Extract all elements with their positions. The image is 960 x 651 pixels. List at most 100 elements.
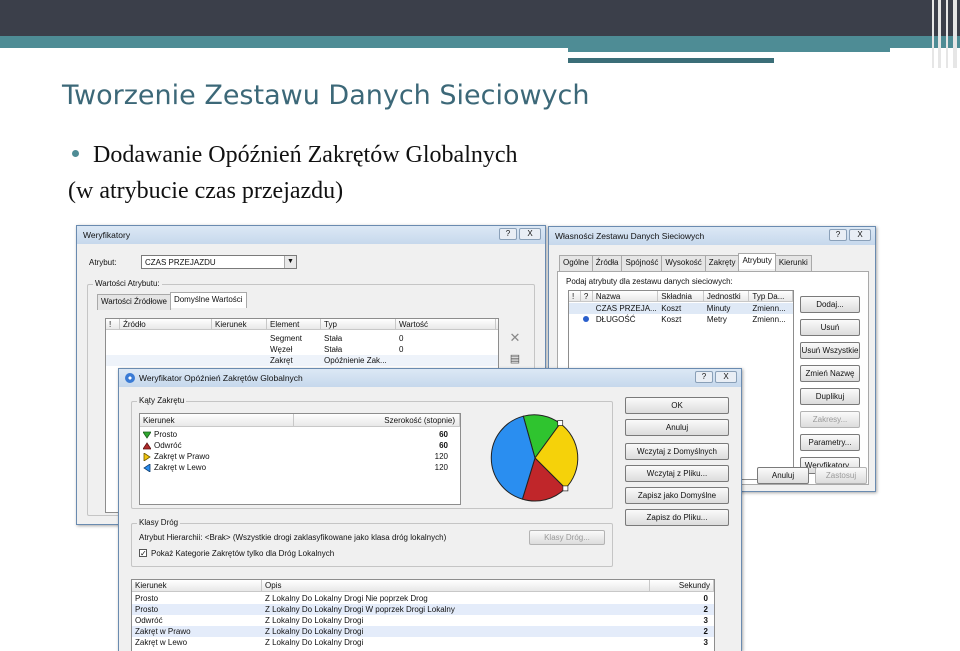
col-header-kierunek[interactable]: Kierunek <box>140 414 294 426</box>
col-header-nazwa[interactable]: Nazwa <box>593 291 659 301</box>
table-row[interactable]: Segment Stała 0 <box>106 333 498 344</box>
row-sekundy: 3 <box>703 638 708 647</box>
close-button[interactable]: X <box>849 229 871 241</box>
table-row[interactable]: DŁUGOŚĆ Koszt Metry Zmienn... <box>569 314 793 325</box>
klasy-drog-label: Klasy Dróg <box>137 518 181 527</box>
table-row[interactable]: CZAS PRZEJA... Koszt Minuty Zmienn... <box>569 303 793 314</box>
col-header-jednostki[interactable]: Jednostki <box>704 291 750 301</box>
col-header-element[interactable]: Element <box>267 319 321 329</box>
klasy-drog-button[interactable]: Klasy Dróg... <box>529 530 605 545</box>
angle-handle[interactable] <box>557 420 564 426</box>
table-row[interactable]: Zakręt w Prawo Z Lokalny Do Lokalny Drog… <box>132 626 714 637</box>
ok-button[interactable]: OK <box>625 397 729 414</box>
row-wartosc: 0 <box>399 334 404 343</box>
help-button[interactable]: ? <box>695 371 713 383</box>
table-row[interactable]: Odwróć Z Lokalny Do Lokalny Drogi 3 <box>132 615 714 626</box>
weryfikatory-titlebar: Weryfikatory <box>77 226 545 244</box>
wartosci-atrybutu-label: Wartości Atrybutu: <box>93 279 162 288</box>
atrybut-label: Atrybut: <box>89 258 117 267</box>
zakresy-button[interactable]: Zakresy... <box>800 411 860 428</box>
kierunek-name: Zakręt w Lewo <box>154 463 207 472</box>
turn-angles-diagram[interactable] <box>487 413 583 503</box>
col-header-typ[interactable]: Typ <box>321 319 396 329</box>
up-triangle-icon <box>143 442 151 450</box>
duplikuj-button[interactable]: Duplikuj <box>800 388 860 405</box>
parametry-button[interactable]: Parametry... <box>800 434 860 451</box>
col-header-wartosc[interactable]: Wartość <box>396 319 496 329</box>
help-button[interactable]: ? <box>829 229 847 241</box>
row-skladnia: Koszt <box>661 304 682 313</box>
table-row[interactable]: Węzeł Stała 0 <box>106 344 498 355</box>
col-header-skladnia[interactable]: Składnia <box>658 291 704 301</box>
zapisz-jako-domyslne-button[interactable]: Zapisz jako Domyślne <box>625 487 729 504</box>
col-header-typ-danych[interactable]: Typ Da... <box>749 291 793 301</box>
atrybut-select[interactable]: CZAS PRZEJAZDU ▼ <box>141 255 297 269</box>
zastosuj-button[interactable]: Zastosuj <box>815 467 867 484</box>
katy-list[interactable]: Kierunek Szerokość (stopnie) Prosto 60 O… <box>139 413 461 505</box>
tab-atrybuty[interactable]: Atrybuty <box>738 253 776 269</box>
tab-wartosci-zrodlowe[interactable]: Wartości Źródłowe <box>97 294 171 310</box>
tab-spojnosc[interactable]: Spójność <box>621 255 663 271</box>
katy-zakretu-label: Kąty Zakrętu <box>137 396 187 405</box>
wczytaj-z-domyslnych-button[interactable]: Wczytaj z Domyślnych <box>625 443 729 460</box>
col-header-kierunek[interactable]: Kierunek <box>212 319 267 329</box>
chevron-down-icon[interactable]: ▼ <box>284 256 296 268</box>
down-triangle-icon <box>143 431 151 439</box>
close-button[interactable]: X <box>715 371 737 383</box>
kierunek-name: Prosto <box>154 430 178 439</box>
list-item[interactable]: Prosto 60 <box>140 429 460 440</box>
zmien-nazwe-button[interactable]: Zmień Nazwę <box>800 365 860 382</box>
row-jednostki: Metry <box>706 315 727 324</box>
slide-bullet: Dodawanie Opóźnień Zakrętów Globalnych <box>72 142 518 169</box>
zapisz-do-pliku-button[interactable]: Zapisz do Pliku... <box>625 509 729 526</box>
col-header-zrodlo[interactable]: Źródło <box>120 319 212 329</box>
col-header-sekundy[interactable]: Sekundy <box>650 580 714 591</box>
properties-icon[interactable]: ▤ <box>507 352 523 368</box>
bullet-dot-icon <box>72 149 79 157</box>
table-row[interactable]: Prosto Z Lokalny Do Lokalny Drogi W popr… <box>132 604 714 615</box>
table-row[interactable]: Prosto Z Lokalny Do Lokalny Drogi Nie po… <box>132 593 714 604</box>
opoznienia-table[interactable]: Kierunek Opis Sekundy Prosto Z Lokalny D… <box>131 579 715 651</box>
angle-handle[interactable] <box>562 485 569 492</box>
col-header-szerokosc[interactable]: Szerokość (stopnie) <box>294 414 460 426</box>
opoznien-titlebar: Weryfikator Opóźnień Zakrętów Globalnych <box>119 369 741 387</box>
list-item[interactable]: Zakręt w Prawo 120 <box>140 451 460 462</box>
wczytaj-z-pliku-button[interactable]: Wczytaj z Pliku... <box>625 465 729 482</box>
pokaz-kategorie-checkbox[interactable]: ✓ <box>139 549 147 558</box>
col-header-info[interactable]: ? <box>581 291 593 301</box>
delete-icon[interactable]: ✕ <box>507 330 523 346</box>
anuluj-button[interactable]: Anuluj <box>625 419 729 436</box>
help-button[interactable]: ? <box>499 228 517 240</box>
table-row[interactable]: Zakręt Opóźnienie Zak... <box>106 355 498 366</box>
kierunek-name: Zakręt w Prawo <box>154 452 210 461</box>
usun-wszystkie-button[interactable]: Usuń Wszystkie <box>800 342 860 359</box>
tab-ogolne[interactable]: Ogólne <box>559 255 593 271</box>
atrybut-hierarchii-text: Atrybut Hierarchii: <Brak> (Wszystkie dr… <box>139 533 447 542</box>
row-opis: Z Lokalny Do Lokalny Drogi <box>265 627 364 636</box>
atrybuty-prompt: Podaj atrybuty dla zestawu danych siecio… <box>566 277 733 286</box>
usun-button[interactable]: Usuń <box>800 319 860 336</box>
row-wartosc: 0 <box>399 345 404 354</box>
tab-zrodla[interactable]: Źródła <box>591 255 623 271</box>
row-opis: Z Lokalny Do Lokalny Drogi Nie poprzek D… <box>265 594 428 603</box>
anuluj-button[interactable]: Anuluj <box>757 467 809 484</box>
kierunek-value: 120 <box>434 463 448 472</box>
list-item[interactable]: Odwróć 60 <box>140 440 460 451</box>
tab-kierunki[interactable]: Kierunki <box>774 255 812 271</box>
list-item[interactable]: Zakręt w Lewo 120 <box>140 462 460 473</box>
opoznien-title: Weryfikator Opóźnień Zakrętów Globalnych <box>139 373 303 383</box>
pokaz-kategorie-label: Pokaż Kategorie Zakrętów tylko dla Dróg … <box>151 549 335 558</box>
close-button[interactable]: X <box>519 228 541 240</box>
row-sekundy: 3 <box>703 616 708 625</box>
row-sekundy: 0 <box>703 594 708 603</box>
col-header-kierunek[interactable]: Kierunek <box>132 580 262 591</box>
row-typ: Stała <box>324 345 343 354</box>
dodaj-button[interactable]: Dodaj... <box>800 296 860 313</box>
col-header-opis[interactable]: Opis <box>262 580 650 591</box>
tab-domyslne-wartosci[interactable]: Domyślne Wartości <box>169 292 247 308</box>
col-header-warning[interactable]: ! <box>569 291 581 301</box>
table-row[interactable]: Zakręt w Lewo Z Lokalny Do Lokalny Drogi… <box>132 637 714 648</box>
tab-zakrety[interactable]: Zakręty <box>704 255 740 271</box>
tab-wysokosc[interactable]: Wysokość <box>661 255 706 271</box>
col-header-warning[interactable]: ! <box>106 319 120 329</box>
